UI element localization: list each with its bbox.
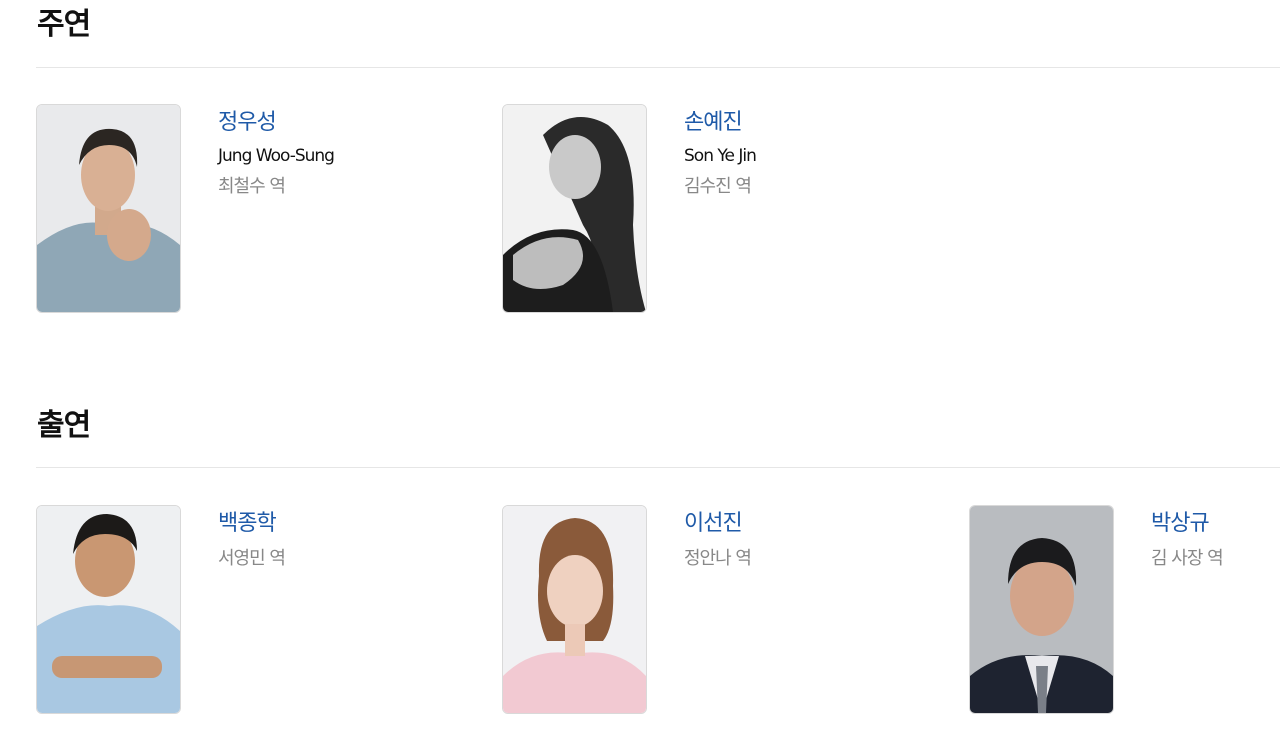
actor-photo[interactable] — [502, 505, 647, 714]
character-role: 정안나 역 — [684, 548, 752, 569]
section-title-main-cast: 주연 — [37, 7, 91, 42]
actor-name-english: Jung Woo-Sung — [218, 146, 335, 166]
actor-photo[interactable] — [969, 505, 1114, 714]
character-role: 김수진 역 — [684, 176, 752, 197]
section-title-supporting-cast: 출연 — [37, 408, 91, 443]
character-role: 최철수 역 — [218, 176, 286, 197]
character-role: 김 사장 역 — [1151, 548, 1224, 569]
cast-info: 백종학 서영민 역 — [218, 507, 286, 574]
actor-name-english: Son Ye Jin — [684, 146, 757, 166]
actor-name-link[interactable]: 이선진 — [684, 507, 751, 541]
cast-card-supporting-2: 이선진 정안나 역 — [502, 505, 942, 715]
section-divider — [36, 67, 1280, 68]
actor-name-link[interactable]: 정우성 — [218, 106, 334, 140]
actor-name-link[interactable]: 박상규 — [1151, 507, 1223, 541]
cast-card-main-1: 정우성 Jung Woo-Sung 최철수 역 — [36, 104, 476, 314]
actor-photo[interactable] — [36, 104, 181, 313]
cast-info: 이선진 정안나 역 — [684, 507, 752, 574]
cast-info: 정우성 Jung Woo-Sung 최철수 역 — [218, 106, 335, 202]
actor-name-link[interactable]: 백종학 — [218, 507, 285, 541]
section-divider — [36, 467, 1280, 468]
character-role: 서영민 역 — [218, 548, 286, 569]
cast-card-supporting-3: 박상규 김 사장 역 — [969, 505, 1269, 715]
cast-card-main-2: 손예진 Son Ye Jin 김수진 역 — [502, 104, 942, 314]
actor-photo[interactable] — [502, 104, 647, 313]
actor-name-link[interactable]: 손예진 — [684, 106, 756, 140]
cast-card-supporting-1: 백종학 서영민 역 — [36, 505, 476, 715]
cast-info: 박상규 김 사장 역 — [1151, 507, 1224, 574]
cast-page: 주연 정우성 Jung Woo-Sung 최철수 역 손예진 Son Ye Ji… — [0, 0, 1280, 736]
cast-info: 손예진 Son Ye Jin 김수진 역 — [684, 106, 757, 202]
actor-photo[interactable] — [36, 505, 181, 714]
